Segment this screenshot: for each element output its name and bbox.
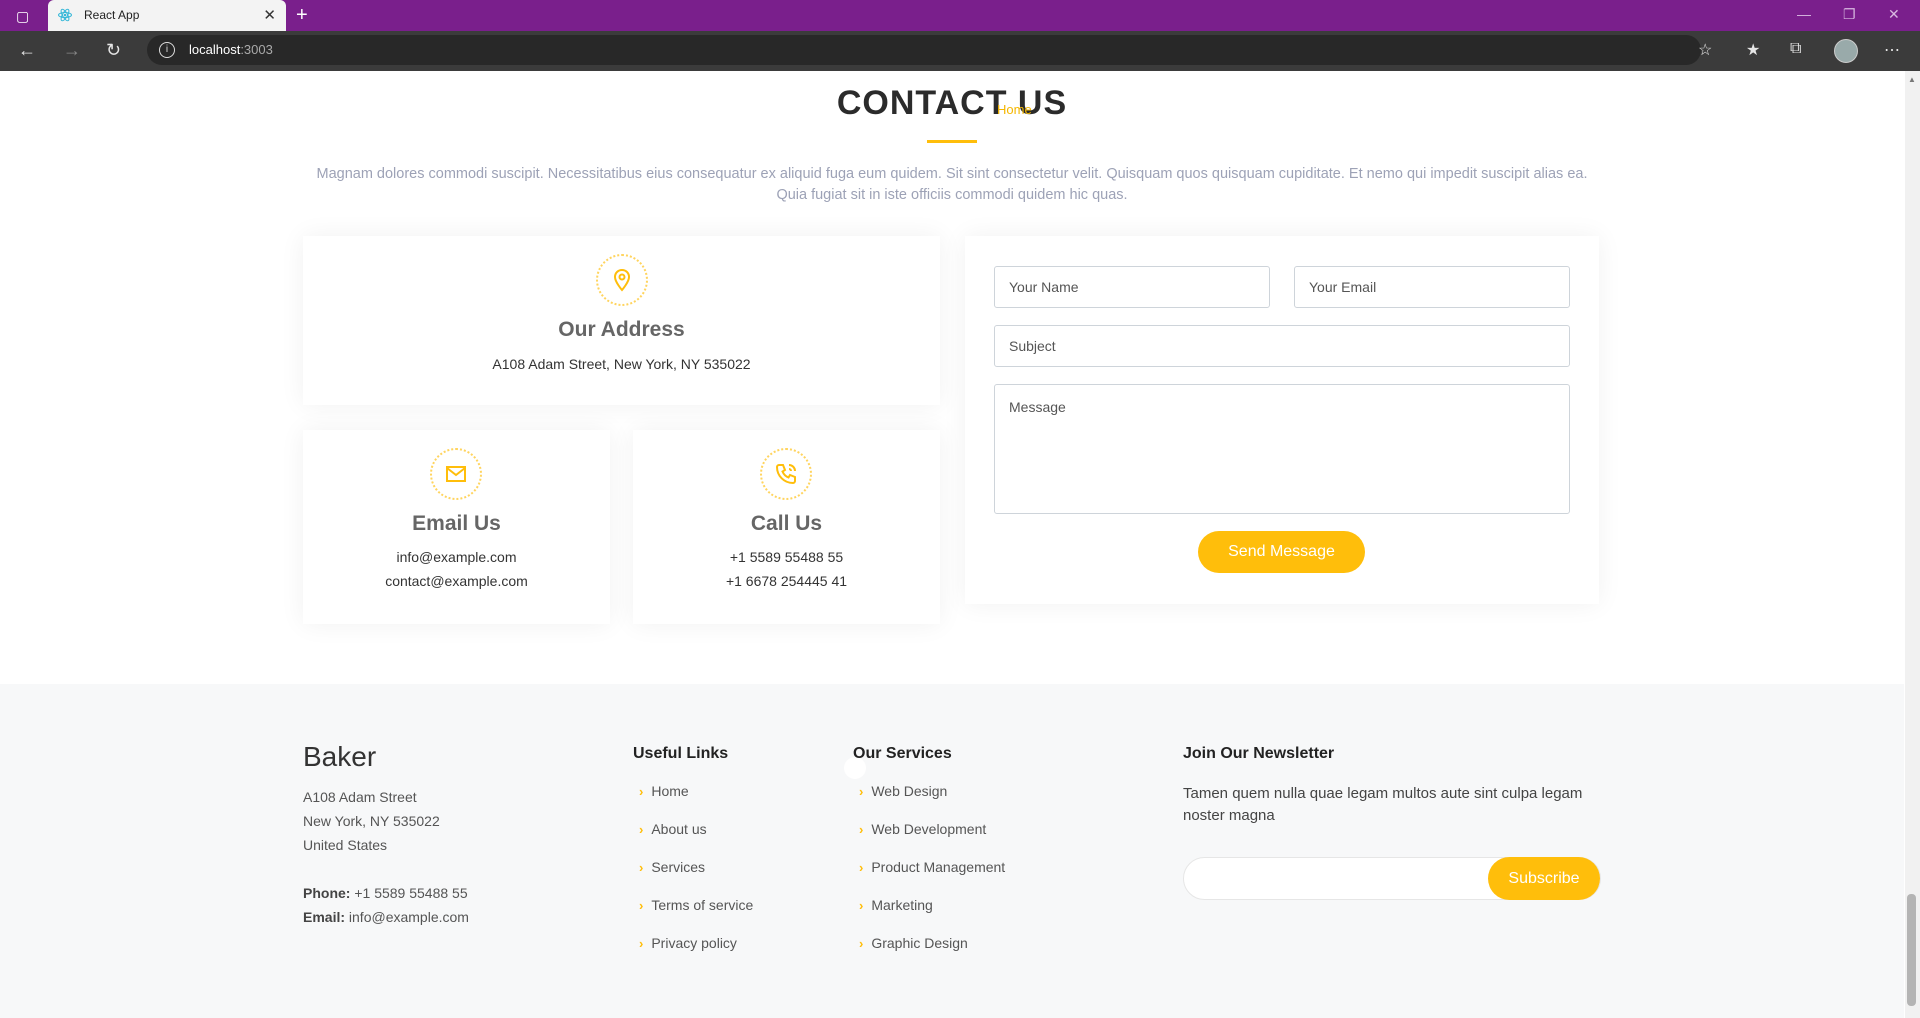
call-card: Call Us +1 5589 55488 55 +1 6678 254445 …: [633, 430, 940, 624]
footer-address-line-1: A108 Adam Street: [303, 789, 417, 805]
tab-close-icon[interactable]: ✕: [263, 6, 276, 24]
footer-email: Email: info@example.com: [303, 909, 469, 925]
chevron-right-icon: ›: [639, 822, 644, 837]
email-card: Email Us info@example.com contact@exampl…: [303, 430, 610, 624]
tab-title: React App: [84, 8, 140, 22]
scrollbar-thumb[interactable]: [1907, 894, 1916, 1006]
useful-links-title: Useful Links: [633, 745, 729, 762]
back-icon[interactable]: ←: [18, 40, 36, 61]
service-web-design[interactable]: › Web Design: [859, 783, 947, 799]
envelope-icon: [430, 448, 482, 500]
newsletter-title: Join Our Newsletter: [1183, 745, 1335, 762]
useful-link-terms[interactable]: › Terms of service: [639, 897, 753, 913]
chevron-right-icon: ›: [639, 860, 644, 875]
service-product-management[interactable]: › Product Management: [859, 859, 1005, 875]
useful-link-home[interactable]: › Home: [639, 783, 689, 799]
chevron-right-icon: ›: [859, 860, 864, 875]
browser-toolbar: ← → ↻ i localhost:3003 ☆ ★ ⧉ ⋯: [0, 31, 1920, 71]
chevron-right-icon: ›: [859, 936, 864, 951]
service-marketing[interactable]: › Marketing: [859, 897, 933, 913]
section-title: CONTACT US: [836, 84, 1068, 122]
chevron-right-icon: ›: [639, 898, 644, 913]
message-textarea[interactable]: [994, 384, 1570, 514]
collections-icon[interactable]: ⧉: [1790, 40, 1801, 58]
footer: [0, 684, 1904, 1018]
email-line-1: info@example.com: [396, 549, 517, 565]
useful-link-services[interactable]: › Services: [639, 859, 705, 875]
footer-address-line-3: United States: [303, 837, 388, 853]
chevron-right-icon: ›: [859, 898, 864, 913]
address-text: A108 Adam Street, New York, NY 535022: [492, 356, 751, 372]
address-bar[interactable]: i localhost:3003: [147, 35, 1701, 65]
service-web-development[interactable]: › Web Development: [859, 821, 986, 837]
profile-avatar[interactable]: [1834, 39, 1858, 63]
name-input[interactable]: [994, 266, 1270, 308]
footer-address-line-2: New York, NY 535022: [303, 813, 440, 829]
chevron-right-icon: ›: [639, 936, 644, 951]
call-title: Call Us: [750, 512, 823, 535]
add-favorite-icon[interactable]: ☆: [1698, 40, 1712, 60]
browser-tab[interactable]: React App ✕: [48, 0, 286, 31]
restore-icon[interactable]: ❐: [1843, 6, 1856, 23]
window-close-icon[interactable]: ✕: [1888, 6, 1900, 23]
phone-icon: [760, 448, 812, 500]
email-line-2: contact@example.com: [385, 573, 528, 589]
services-title: Our Services: [853, 745, 952, 762]
send-message-button[interactable]: Send Message: [1198, 531, 1365, 573]
chevron-right-icon: ›: [639, 784, 644, 799]
url-text: localhost:3003: [189, 42, 273, 57]
site-info-icon[interactable]: i: [159, 42, 175, 58]
chevron-right-icon: ›: [859, 822, 864, 837]
section-description: Magnam dolores commodi suscipit. Necessi…: [316, 166, 1588, 203]
call-line-1: +1 5589 55488 55: [729, 549, 844, 565]
subject-input[interactable]: [994, 325, 1570, 367]
map-pin-icon: [596, 254, 648, 306]
call-line-2: +1 6678 254445 41: [725, 573, 848, 589]
address-card: Our Address A108 Adam Street, New York, …: [303, 236, 940, 405]
useful-link-about[interactable]: › About us: [639, 821, 707, 837]
favorites-icon[interactable]: ★: [1746, 40, 1760, 60]
page-scrollbar[interactable]: ▲: [1905, 71, 1920, 1018]
home-link[interactable]: Home: [997, 102, 1032, 117]
more-menu-icon[interactable]: ⋯: [1884, 40, 1900, 60]
useful-link-privacy[interactable]: › Privacy policy: [639, 935, 737, 951]
reload-icon[interactable]: ↻: [106, 40, 121, 61]
newsletter-text: Tamen quem nulla quae legam multos aute …: [1183, 785, 1583, 824]
tab-actions-icon[interactable]: ▢: [16, 8, 29, 25]
service-graphic-design[interactable]: › Graphic Design: [859, 935, 968, 951]
chevron-right-icon: ›: [859, 784, 864, 799]
footer-brand: Baker: [303, 741, 377, 772]
react-logo-icon: [58, 8, 72, 22]
email-title: Email Us: [412, 512, 501, 535]
browser-titlebar: ▢ React App ✕ + — ❐ ✕: [0, 0, 1920, 31]
subscribe-button[interactable]: Subscribe: [1488, 857, 1600, 900]
email-input[interactable]: [1294, 266, 1570, 308]
address-title: Our Address: [558, 318, 685, 341]
footer-phone: Phone: +1 5589 55488 55: [303, 885, 468, 901]
forward-icon[interactable]: →: [63, 40, 81, 61]
minimize-icon[interactable]: —: [1797, 6, 1811, 22]
new-tab-icon[interactable]: +: [296, 4, 308, 27]
title-underline: [927, 140, 977, 143]
